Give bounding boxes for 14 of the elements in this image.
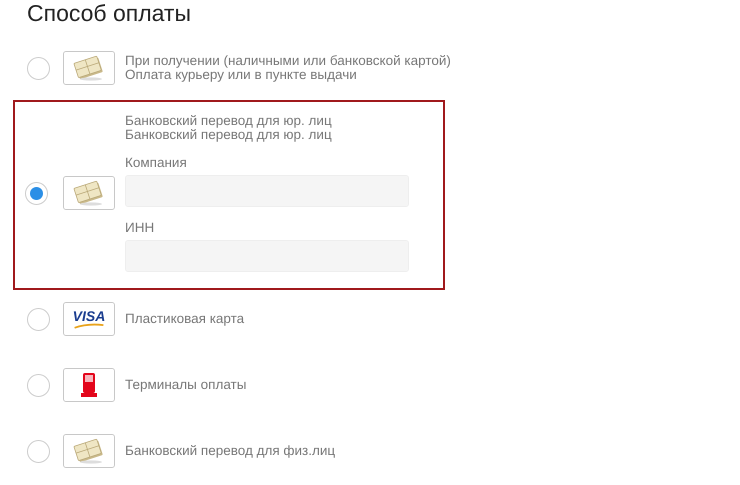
option-description: Банковский перевод для юр. лиц Банковский перевод для юр. лиц xyxy=(125,114,333,142)
field-label: ИНН xyxy=(125,220,156,236)
option-description: Пластиковая карта xyxy=(125,312,246,326)
radio-button[interactable] xyxy=(25,182,48,204)
radio-button[interactable] xyxy=(27,308,50,330)
radio-button[interactable] xyxy=(27,56,50,80)
option-description: Банковский перевод для физ.лиц xyxy=(125,444,336,458)
option-description: При получении (наличными или банковской картой) Оплата курьеру или в пункте выдачи xyxy=(125,54,452,82)
option-description: Терминалы оплаты xyxy=(125,378,248,392)
field-label: Компания xyxy=(125,155,188,171)
radio-button[interactable] xyxy=(27,440,50,462)
visa-logo: VISA xyxy=(71,309,107,329)
radio-button[interactable] xyxy=(27,374,50,396)
section-title: Способ оплаты xyxy=(27,0,192,26)
